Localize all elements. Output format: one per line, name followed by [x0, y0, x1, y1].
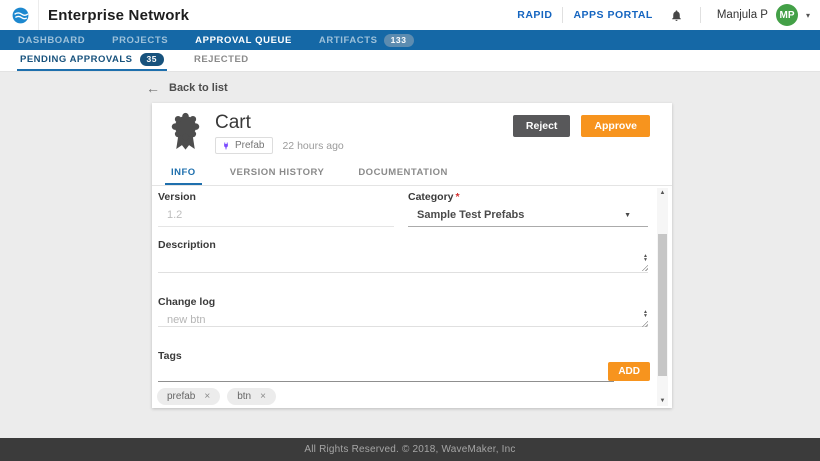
main-nav: DASHBOARD PROJECTS APPROVAL QUEUE ARTIFA… — [0, 30, 820, 50]
remove-tag-icon[interactable]: × — [260, 392, 266, 402]
divider — [700, 7, 701, 23]
tags-input[interactable] — [158, 366, 614, 382]
screen: Enterprise Network RAPID APPS PORTAL Man… — [0, 0, 820, 461]
tab-rejected[interactable]: REJECTED — [191, 50, 252, 71]
back-to-list-link[interactable]: ← Back to list — [146, 82, 228, 94]
version-label: Version — [158, 191, 394, 203]
description-value — [158, 258, 167, 270]
sub-nav: PENDING APPROVALS 35 REJECTED — [0, 50, 820, 72]
avatar: MP — [776, 4, 798, 26]
pending-count-badge: 35 — [140, 53, 164, 66]
description-label: Description — [158, 239, 216, 251]
changelog-textarea[interactable]: new btn ▲▼ — [158, 310, 648, 327]
reject-button[interactable]: Reject — [513, 115, 571, 137]
category-field: Category* Sample Test Prefabs ▼ — [408, 191, 648, 227]
category-label-text: Category — [408, 191, 454, 203]
tab-info[interactable]: INFO — [165, 167, 202, 185]
approval-detail-card: Cart Prefab 22 hours ago Reject Approve — [152, 103, 672, 408]
chevron-down-icon: ▾ — [806, 11, 810, 20]
wavemaker-logo-icon[interactable] — [10, 5, 30, 25]
notifications-bell-icon[interactable] — [669, 7, 684, 23]
approve-button[interactable]: Approve — [581, 115, 650, 137]
select-caret-icon: ▼ — [624, 212, 631, 219]
artifacts-count-badge: 133 — [384, 34, 414, 47]
remove-tag-icon[interactable]: × — [204, 392, 210, 402]
changelog-value: new btn — [158, 314, 206, 326]
nav-item-artifacts-label: ARTIFACTS — [319, 35, 378, 46]
award-ribbon-icon — [167, 111, 204, 158]
category-label: Category* — [408, 191, 648, 203]
rapid-link[interactable]: RAPID — [517, 9, 552, 21]
required-asterisk: * — [456, 191, 460, 203]
changelog-label: Change log — [158, 296, 215, 308]
scroll-down-icon[interactable]: ▼ — [657, 396, 668, 406]
nav-item-approval-queue[interactable]: APPROVAL QUEUE — [195, 35, 292, 46]
tab-pending-approvals[interactable]: PENDING APPROVALS 35 — [17, 50, 167, 71]
spinner-icon[interactable]: ▲▼ — [643, 254, 648, 262]
topbar-right: RAPID APPS PORTAL Manjula P MP ▾ — [517, 4, 820, 26]
prefab-type-chip: Prefab — [215, 137, 273, 154]
spinner-icon[interactable]: ▲▼ — [643, 310, 648, 318]
divider — [38, 0, 39, 30]
textarea-controls: ▲▼ — [641, 254, 648, 271]
tab-documentation[interactable]: DOCUMENTATION — [352, 167, 454, 185]
category-select[interactable]: Sample Test Prefabs ▼ — [408, 209, 648, 227]
textarea-controls: ▲▼ — [641, 310, 648, 327]
brand: Enterprise Network — [10, 0, 189, 30]
user-menu[interactable]: Manjula P MP ▾ — [711, 4, 810, 26]
nav-item-dashboard[interactable]: DASHBOARD — [18, 35, 85, 46]
form-scrollbar[interactable]: ▲ ▼ — [657, 188, 668, 406]
divider — [562, 7, 563, 23]
meta-row: Prefab 22 hours ago — [215, 137, 344, 154]
description-textarea[interactable]: ▲▼ — [158, 254, 648, 273]
back-arrow-icon: ← — [146, 82, 160, 94]
top-header: Enterprise Network RAPID APPS PORTAL Man… — [0, 0, 820, 30]
tag-chip: prefab × — [157, 388, 220, 405]
category-selected-value: Sample Test Prefabs — [417, 209, 524, 221]
prefab-chip-label: Prefab — [235, 140, 264, 151]
resize-handle-icon[interactable] — [641, 264, 648, 271]
app-title: Enterprise Network — [48, 7, 189, 24]
tab-version-history[interactable]: VERSION HISTORY — [224, 167, 331, 185]
detail-tabs: INFO VERSION HISTORY DOCUMENTATION — [152, 165, 672, 186]
card-header: Cart Prefab 22 hours ago Reject Approve — [152, 103, 672, 165]
timestamp: 22 hours ago — [282, 140, 343, 152]
tag-chip-list: prefab × btn × — [157, 388, 276, 405]
tags-label: Tags — [158, 350, 182, 362]
scrollbar-thumb[interactable] — [658, 234, 667, 376]
tag-chip-label: prefab — [167, 391, 195, 402]
nav-item-artifacts[interactable]: ARTIFACTS 133 — [319, 34, 414, 47]
scroll-up-icon[interactable]: ▲ — [657, 188, 668, 198]
version-input[interactable]: 1.2 — [158, 209, 394, 227]
copyright-text: All Rights Reserved. © 2018, WaveMaker, … — [304, 444, 515, 455]
tag-chip: btn × — [227, 388, 276, 405]
resize-handle-icon[interactable] — [641, 320, 648, 327]
page-footer: All Rights Reserved. © 2018, WaveMaker, … — [0, 438, 820, 461]
add-tag-button[interactable]: ADD — [608, 362, 650, 381]
artifact-title: Cart — [215, 112, 251, 134]
content-area: ← Back to list Cart — [0, 72, 820, 438]
info-form: Version 1.2 Category* Sample Test Prefab… — [152, 186, 672, 408]
nav-item-projects[interactable]: PROJECTS — [112, 35, 168, 46]
apps-portal-link[interactable]: APPS PORTAL — [573, 9, 652, 21]
user-name: Manjula P — [717, 9, 768, 21]
plug-icon — [221, 141, 231, 151]
back-link-label: Back to list — [169, 82, 228, 94]
action-buttons: Reject Approve — [513, 115, 650, 137]
tag-chip-label: btn — [237, 391, 251, 402]
version-field: Version 1.2 — [158, 191, 394, 227]
pending-approvals-label: PENDING APPROVALS — [20, 54, 133, 65]
